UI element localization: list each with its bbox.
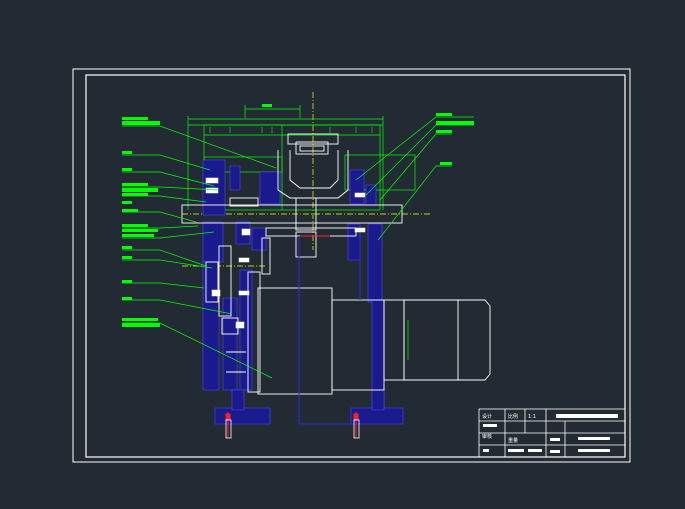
dimension-label-top (262, 104, 272, 107)
housing-section (202, 159, 404, 425)
scale-label: 比例 (508, 413, 518, 420)
callout-labels-right (436, 113, 474, 165)
weight-label: 重量 (508, 437, 518, 444)
title-block-fill (483, 414, 618, 453)
drawing-frame (72, 68, 631, 463)
scale-value: 1:1 (528, 414, 536, 420)
blue-lines (298, 236, 361, 425)
leader-lines-left (122, 125, 277, 379)
design-label: 设计 (482, 413, 492, 420)
callout-labels-left (122, 117, 160, 327)
dimension-ticks (209, 127, 373, 133)
check-label: 审核 (482, 433, 492, 440)
title-block-text: 设计 比例 1:1 审核 重量 (482, 413, 536, 444)
cad-drawing-canvas[interactable]: 设计 比例 1:1 审核 重量 (0, 0, 685, 505)
